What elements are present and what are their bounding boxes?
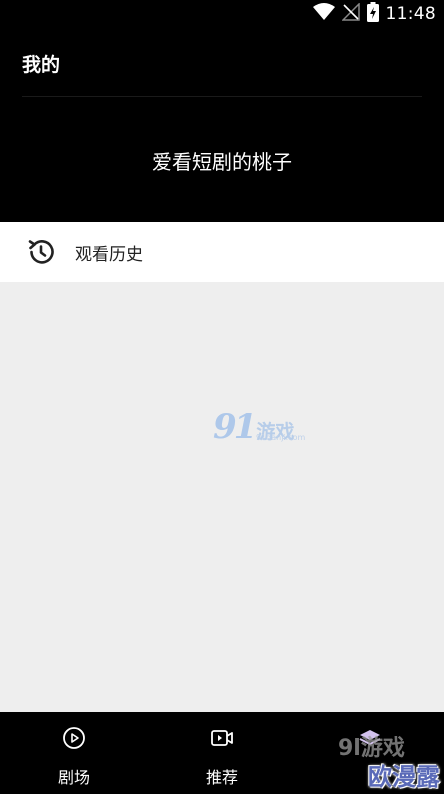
nav-item-recommend[interactable]: 推荐 xyxy=(148,712,296,794)
nav-item-theater[interactable]: 剧场 xyxy=(0,712,148,794)
status-bar: 11:48 xyxy=(0,0,444,28)
layers-icon xyxy=(358,726,382,750)
history-label: 观看历史 xyxy=(75,245,143,265)
watermark-subtext: 91danji.com xyxy=(256,433,306,442)
bottom-nav: 剧场 推荐 xyxy=(0,712,444,794)
page-title: 我的 xyxy=(22,54,61,76)
wifi-icon xyxy=(312,3,335,25)
nav-label-recommend: 推荐 xyxy=(205,768,238,787)
nav-label-theater: 剧场 xyxy=(57,768,90,787)
watermark-number: 91 xyxy=(213,407,257,447)
profile-name[interactable]: 爱看短剧的桃子 xyxy=(0,146,444,175)
battery-charging-icon xyxy=(366,2,379,26)
content-area: 观看历史 91 游戏 91danji.com xyxy=(0,222,444,712)
play-circle-icon xyxy=(62,726,86,750)
watch-history-item[interactable]: 观看历史 xyxy=(0,222,444,282)
no-signal-icon xyxy=(340,2,360,25)
video-icon xyxy=(210,726,234,750)
nav-item-mine[interactable] xyxy=(296,712,444,794)
status-time: 11:48 xyxy=(385,4,436,24)
history-icon xyxy=(25,236,57,268)
header-divider xyxy=(22,96,422,97)
